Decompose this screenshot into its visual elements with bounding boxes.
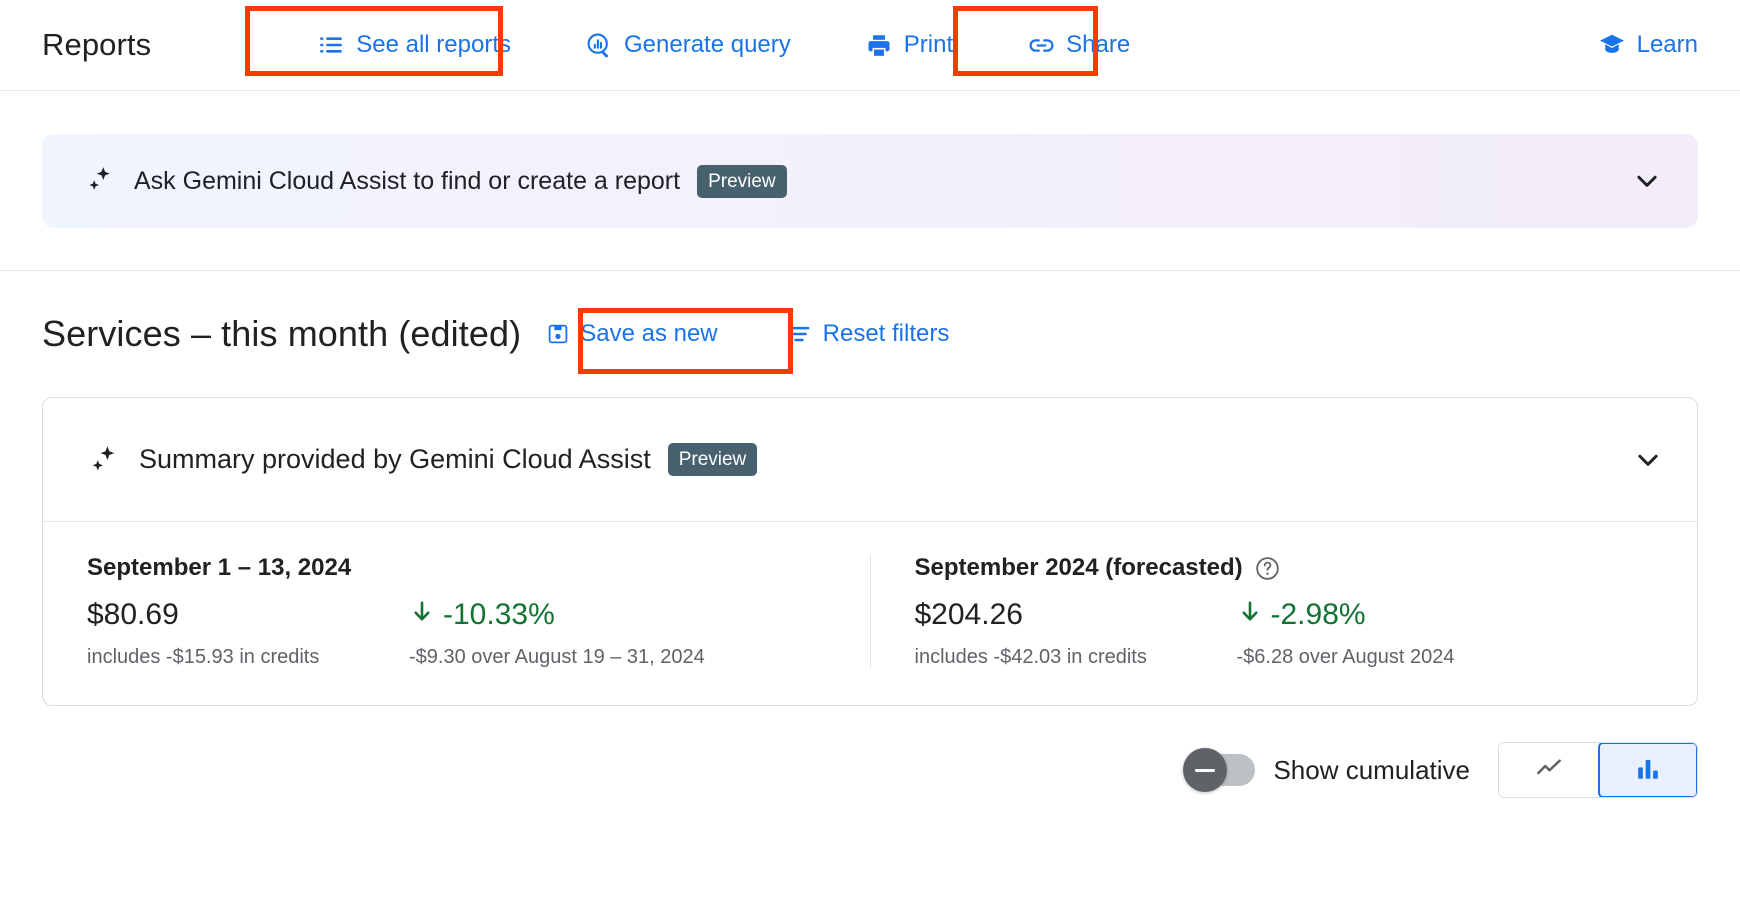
- stat-credits-block: includes -$42.03 in credits: [915, 632, 1237, 669]
- learn-label: Learn: [1636, 31, 1698, 58]
- stat-delta-block: -10.33%: [409, 598, 826, 632]
- gemini-sparkle-icon: [87, 443, 121, 477]
- link-share-icon: [1027, 31, 1055, 59]
- toggle-knob: [1183, 748, 1228, 792]
- filter-tune-icon: [786, 321, 813, 348]
- save-icon: [545, 322, 570, 347]
- stat-amount: $80.69: [87, 598, 179, 631]
- line-chart-icon: [1534, 754, 1564, 787]
- bar-chart-button[interactable]: [1598, 743, 1697, 797]
- stat-comparison: -$9.30 over August 19 – 31, 2024: [409, 646, 705, 668]
- stat-amount: $204.26: [914, 598, 1023, 631]
- see-all-reports-label: See all reports: [356, 31, 511, 58]
- minus-icon: [1195, 768, 1216, 772]
- chevron-down-icon[interactable]: [1630, 164, 1664, 198]
- reset-filters-label: Reset filters: [822, 320, 950, 347]
- reset-filters-button[interactable]: Reset filters: [774, 311, 962, 357]
- report-title: Services – this month (edited): [42, 313, 522, 354]
- toggle-track[interactable]: [1183, 748, 1256, 792]
- stat-column-actual: September 1 – 13, 2024 $80.69 -10.33% in…: [43, 554, 870, 669]
- summary-card: Summary provided by Gemini Cloud Assist …: [42, 397, 1698, 706]
- stat-delta: -10.33%: [409, 598, 826, 632]
- stat-comparison: -$6.28 over August 2024: [1236, 646, 1455, 668]
- chart-controls-row: Show cumulative: [0, 706, 1740, 798]
- stat-sub-row: includes -$15.93 in credits -$9.30 over …: [87, 632, 826, 669]
- summary-card-heading: Summary provided by Gemini Cloud Assist: [139, 444, 651, 474]
- save-as-new-label: Save as new: [580, 320, 718, 347]
- gemini-banner-text: Ask Gemini Cloud Assist to find or creat…: [134, 166, 681, 195]
- stat-delta-value: -10.33%: [443, 598, 555, 631]
- page-title: Reports: [42, 27, 152, 62]
- report-header-row: Services – this month (edited) Save as n…: [0, 271, 1740, 357]
- stat-credits: includes -$15.93 in credits: [87, 646, 320, 668]
- print-label: Print: [903, 31, 954, 58]
- chevron-down-icon[interactable]: [1631, 443, 1665, 477]
- stat-delta: -2.98%: [1237, 598, 1654, 632]
- generate-query-button[interactable]: Generate query: [571, 21, 805, 69]
- reports-page: Reports See all reports Generate query P…: [0, 0, 1740, 920]
- share-label: Share: [1066, 31, 1131, 58]
- stat-delta-value: -2.98%: [1270, 598, 1366, 631]
- help-circle-icon[interactable]: [1254, 555, 1281, 582]
- top-toolbar: Reports See all reports Generate query P…: [0, 0, 1740, 91]
- stat-period-label: September 1 – 13, 2024: [87, 554, 352, 581]
- toolbar-actions: See all reports Generate query Print Sha…: [151, 21, 1144, 69]
- stat-comparison-block: -$6.28 over August 2024: [1237, 632, 1654, 669]
- summary-card-body: September 1 – 13, 2024 $80.69 -10.33% in…: [43, 522, 1697, 705]
- print-icon: [865, 31, 893, 59]
- arrow-down-icon: [409, 598, 435, 632]
- stat-sub-row: includes -$42.03 in credits -$6.28 over …: [915, 632, 1654, 669]
- school-icon: [1598, 31, 1626, 59]
- stat-credits: includes -$42.03 in credits: [914, 646, 1147, 668]
- stat-column-forecast: September 2024 (forecasted) $204.26 -2.9…: [869, 554, 1698, 669]
- gemini-sparkle-icon: [84, 164, 118, 198]
- stat-period-label: September 2024 (forecasted): [914, 554, 1243, 581]
- stat-amount-block: $80.69: [87, 598, 409, 632]
- gemini-banner-section: Ask Gemini Cloud Assist to find or creat…: [0, 91, 1740, 271]
- generate-query-label: Generate query: [624, 31, 791, 58]
- save-as-new-button[interactable]: Save as new: [533, 311, 729, 357]
- print-button[interactable]: Print: [851, 21, 967, 69]
- stat-delta-block: -2.98%: [1237, 598, 1654, 632]
- stat-values-row: $204.26 -2.98%: [915, 598, 1654, 632]
- banner-preview-badge: Preview: [697, 164, 787, 198]
- summary-card-header[interactable]: Summary provided by Gemini Cloud Assist …: [43, 398, 1697, 522]
- gemini-assist-banner[interactable]: Ask Gemini Cloud Assist to find or creat…: [42, 134, 1698, 228]
- line-chart-button[interactable]: [1499, 743, 1599, 797]
- stat-period: September 1 – 13, 2024: [87, 554, 826, 582]
- arrow-down-icon: [1237, 598, 1263, 632]
- summary-preview-badge: Preview: [667, 443, 758, 476]
- stat-amount-block: $204.26: [915, 598, 1237, 632]
- show-cumulative-label: Show cumulative: [1273, 754, 1470, 785]
- see-all-reports-button[interactable]: See all reports: [303, 21, 525, 69]
- stat-values-row: $80.69 -10.33%: [87, 598, 826, 632]
- stat-credits-block: includes -$15.93 in credits: [87, 632, 409, 669]
- show-cumulative-toggle[interactable]: Show cumulative: [1183, 748, 1470, 792]
- query-search-icon: [585, 31, 613, 59]
- chart-type-segmented-control: [1498, 742, 1698, 798]
- stat-comparison-block: -$9.30 over August 19 – 31, 2024: [409, 632, 826, 669]
- learn-button[interactable]: Learn: [1584, 21, 1698, 69]
- share-button[interactable]: Share: [1013, 21, 1144, 69]
- bar-chart-icon: [1634, 755, 1662, 786]
- stat-period: September 2024 (forecasted): [915, 554, 1654, 582]
- list-icon: [317, 31, 345, 59]
